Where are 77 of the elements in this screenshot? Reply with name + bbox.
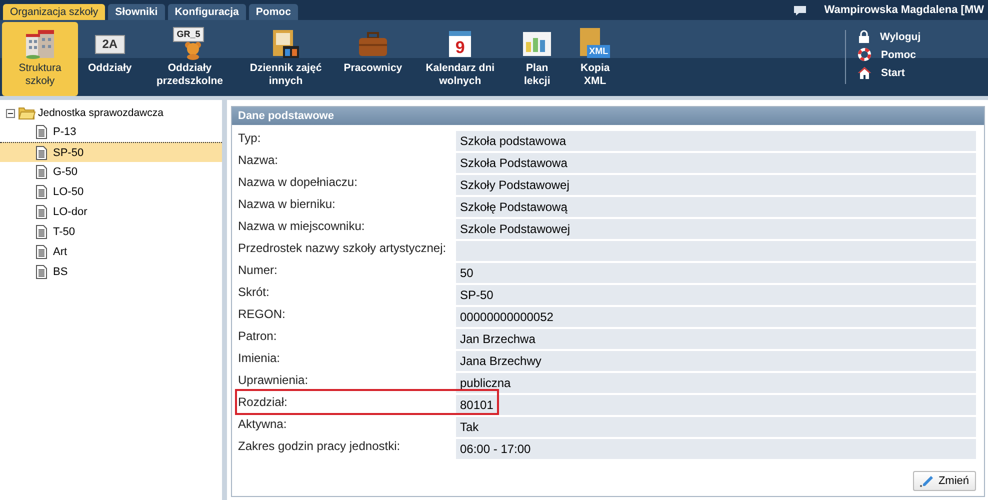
field-value: 00000000000052 <box>456 307 976 327</box>
toolbar-button[interactable]: 2A Oddziały <box>78 22 142 96</box>
header-link[interactable]: Wyloguj <box>858 30 978 43</box>
folder-icon <box>18 106 36 120</box>
document-icon <box>36 225 47 239</box>
field-label: Nazwa w bierniku: <box>238 197 336 213</box>
menu-tab[interactable]: Organizacja szkoły <box>3 4 106 20</box>
field-value: Jan Brzechwa <box>456 329 976 349</box>
tree-item[interactable]: P-13 <box>0 122 222 142</box>
pencil-icon <box>920 475 934 487</box>
panel-title: Dane podstawowe <box>232 107 984 125</box>
field-value: Szkoły Podstawowej <box>456 175 976 195</box>
header-link[interactable]: Pomoc <box>858 48 978 61</box>
home-icon <box>858 66 871 79</box>
folder-film-icon <box>270 28 301 60</box>
document-icon <box>36 205 47 219</box>
field-label: Numer: <box>238 263 278 279</box>
schedule-chart-icon <box>522 30 552 58</box>
toolbar-button[interactable]: 9 Kalendarz dni wolnych <box>412 22 508 96</box>
class-sign-icon: 2A <box>95 34 125 54</box>
field-label: Nazwa w miejscowniku: <box>238 219 366 235</box>
field-value: 50 <box>456 263 976 283</box>
toolbar-button[interactable]: Struktura szkoły <box>2 22 78 96</box>
menu-tab[interactable]: Pomoc <box>248 4 298 20</box>
edit-button[interactable]: Zmień <box>913 471 976 491</box>
field-label: Rozdział: <box>238 395 288 411</box>
menu-tab[interactable]: Konfiguracja <box>168 4 246 20</box>
toolbar-button[interactable]: XML Kopia XML <box>566 22 624 96</box>
tree-item[interactable]: Jednostka sprawozdawcza <box>38 107 164 119</box>
lifebuoy-icon <box>858 48 871 61</box>
speech-bubble-icon[interactable] <box>793 4 808 16</box>
tree-item[interactable]: LO-dor <box>0 202 222 222</box>
field-label: Przedrostek nazwy szkoły artystycznej: <box>238 241 448 257</box>
field-value: Szkole Podstawowej <box>456 219 976 239</box>
tree-item[interactable]: BS <box>0 262 222 282</box>
field-label: Uprawnienia: <box>238 373 310 389</box>
field-label: Imienia: <box>238 351 282 367</box>
document-icon <box>36 146 47 160</box>
tree-item[interactable]: G-50 <box>0 162 222 182</box>
document-icon <box>36 265 47 279</box>
field-value: 80101 <box>456 395 976 415</box>
field-label: Aktywna: <box>238 417 288 433</box>
field-value: Szkoła Podstawowa <box>456 153 976 173</box>
toolbar-button[interactable]: Pracownicy <box>334 22 412 96</box>
field-value: Jana Brzechwy <box>456 351 976 371</box>
briefcase-icon <box>356 30 389 58</box>
buildings-icon <box>24 28 56 60</box>
collapse-toggle-icon[interactable] <box>6 108 15 118</box>
document-icon <box>36 185 47 199</box>
field-label: Typ: <box>238 131 262 147</box>
field-label: Nazwa: <box>238 153 280 169</box>
document-icon <box>36 165 47 179</box>
field-label: Skrót: <box>238 285 270 301</box>
header-link[interactable]: Start <box>858 66 978 79</box>
tree-item[interactable]: T-50 <box>0 222 222 242</box>
toolbar-button[interactable]: GR_5 Oddziały przedszkolne <box>142 22 238 96</box>
field-value: SP-50 <box>456 285 976 305</box>
user-name: Wampirowska Magdalena [MW <box>824 4 984 16</box>
field-value: Szkołę Podstawową <box>456 197 976 217</box>
document-icon <box>36 245 47 259</box>
tree-item[interactable]: SP-50 <box>0 142 222 162</box>
document-icon <box>36 125 47 139</box>
field-label: Patron: <box>238 329 278 345</box>
toolbar-button[interactable]: Dziennik zajęć innych <box>238 22 334 96</box>
field-value: Szkoła podstawowa <box>456 131 976 151</box>
padlock-icon <box>858 30 870 43</box>
field-label: Nazwa w dopełniaczu: <box>238 175 358 191</box>
field-label: Zakres godzin pracy jednostki: <box>238 439 402 455</box>
menu-tab[interactable]: Słowniki <box>108 4 165 20</box>
field-value: publiczna <box>456 373 976 393</box>
tree-item[interactable]: LO-50 <box>0 182 222 202</box>
calendar-icon: 9 <box>449 31 472 57</box>
field-value: Tak <box>456 417 976 437</box>
field-label: REGON: <box>238 307 286 323</box>
toolbar-button[interactable]: Plan lekcji <box>508 22 566 96</box>
field-value: 06:00 - 17:00 <box>456 439 976 459</box>
tree-item[interactable]: Art <box>0 242 222 262</box>
